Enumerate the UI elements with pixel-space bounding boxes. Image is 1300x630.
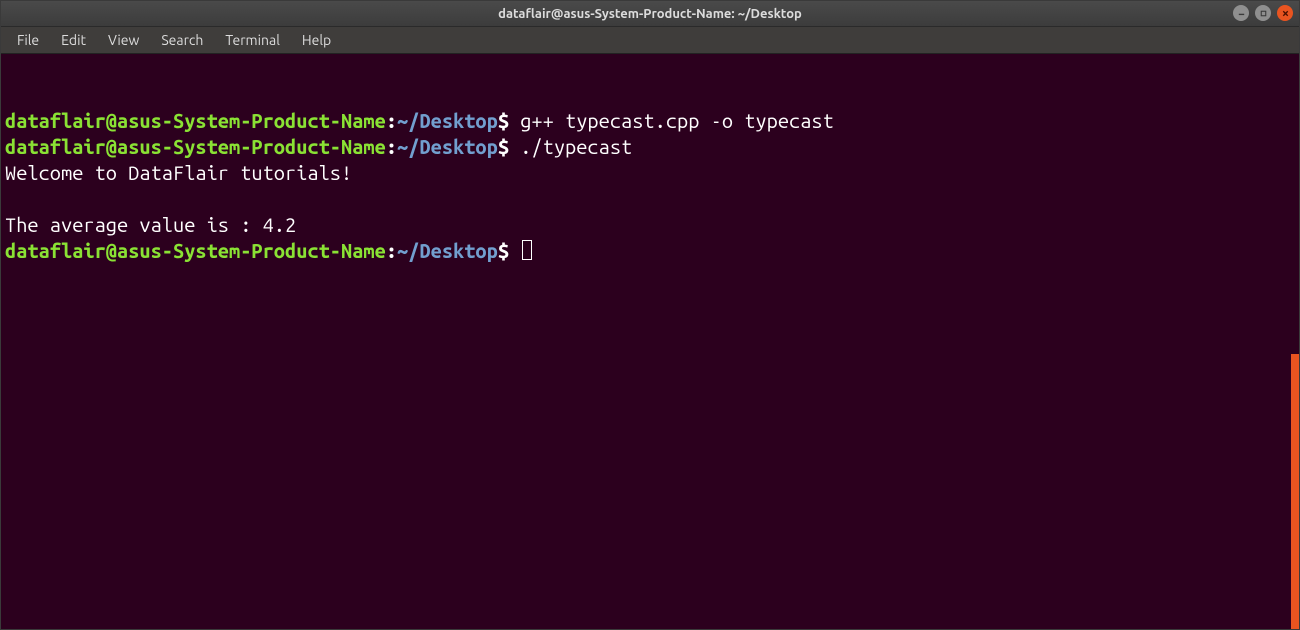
prompt-user: dataflair@asus-System-Product-Name	[5, 135, 386, 158]
close-icon	[1281, 9, 1290, 18]
prompt-user: dataflair@asus-System-Product-Name	[5, 239, 386, 262]
prompt-dollar: $	[498, 135, 509, 158]
prompt-colon: :	[386, 135, 397, 158]
menubar: File Edit View Search Terminal Help	[1, 27, 1299, 54]
prompt-user: dataflair@asus-System-Product-Name	[5, 109, 386, 132]
command-text: ./typecast	[509, 135, 632, 158]
output-text: The average value is : 4.2	[5, 213, 296, 236]
prompt-dollar: $	[498, 109, 509, 132]
window-title: dataflair@asus-System-Product-Name: ~/De…	[498, 7, 802, 21]
close-button[interactable]	[1277, 5, 1293, 21]
prompt-dollar: $	[498, 239, 509, 262]
menu-terminal[interactable]: Terminal	[215, 28, 290, 52]
prompt-path: ~/Desktop	[397, 109, 498, 132]
terminal-line	[5, 186, 1295, 212]
terminal-window: dataflair@asus-System-Product-Name: ~/De…	[0, 0, 1300, 630]
terminal-line: dataflair@asus-System-Product-Name:~/Des…	[5, 238, 1295, 264]
terminal-line: Welcome to DataFlair tutorials!	[5, 160, 1295, 186]
minimize-button[interactable]	[1233, 5, 1249, 21]
output-text: Welcome to DataFlair tutorials!	[5, 161, 352, 184]
menu-search[interactable]: Search	[151, 28, 213, 52]
maximize-icon	[1259, 9, 1268, 18]
menu-view[interactable]: View	[98, 28, 149, 52]
terminal-line: The average value is : 4.2	[5, 212, 1295, 238]
prompt-path: ~/Desktop	[397, 239, 498, 262]
cursor	[522, 240, 532, 260]
terminal-line: dataflair@asus-System-Product-Name:~/Des…	[5, 134, 1295, 160]
window-controls	[1233, 5, 1293, 21]
terminal-area[interactable]: dataflair@asus-System-Product-Name:~/Des…	[1, 54, 1299, 629]
command-text	[509, 239, 520, 262]
titlebar: dataflair@asus-System-Product-Name: ~/De…	[1, 1, 1299, 27]
prompt-colon: :	[386, 239, 397, 262]
menu-help[interactable]: Help	[292, 28, 341, 52]
terminal-line: dataflair@asus-System-Product-Name:~/Des…	[5, 108, 1295, 134]
menu-edit[interactable]: Edit	[51, 28, 96, 52]
scrollbar-thumb[interactable]	[1291, 354, 1299, 629]
prompt-path: ~/Desktop	[397, 135, 498, 158]
minimize-icon	[1237, 9, 1246, 18]
maximize-button[interactable]	[1255, 5, 1271, 21]
prompt-colon: :	[386, 109, 397, 132]
command-text: g++ typecast.cpp -o typecast	[509, 109, 834, 132]
menu-file[interactable]: File	[7, 28, 49, 52]
output-text	[5, 187, 16, 210]
